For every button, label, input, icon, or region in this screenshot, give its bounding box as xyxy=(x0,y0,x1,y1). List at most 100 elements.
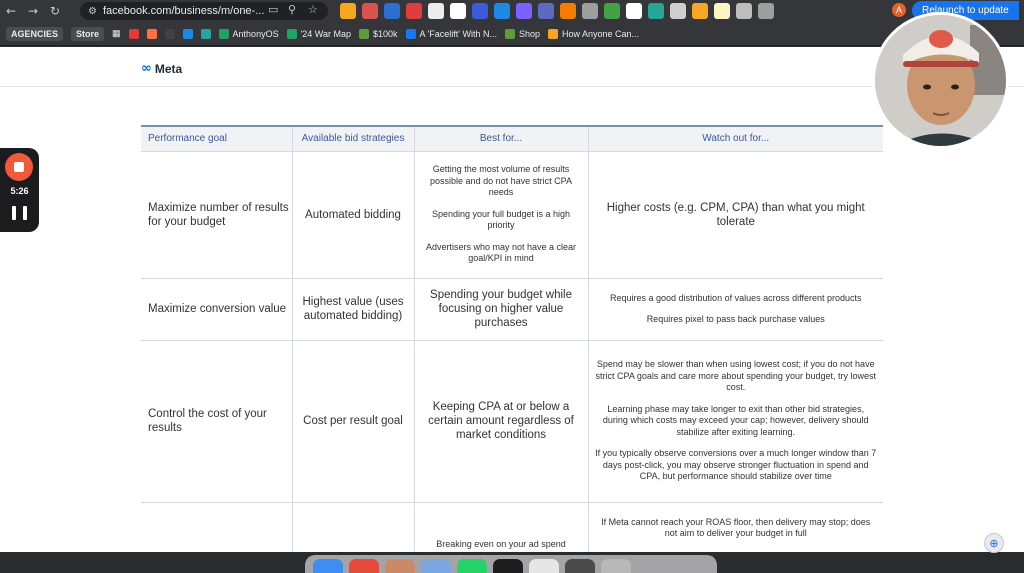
bookmark-icon[interactable] xyxy=(146,28,157,39)
goal-cell: Control the cost of your results xyxy=(141,339,292,502)
webcam-bubble xyxy=(872,12,1009,149)
stop-recording-button[interactable] xyxy=(5,153,33,181)
screen: ← → ↻ ⚙ facebook.com/business/m/one-... … xyxy=(0,0,1024,573)
dock-app-icon[interactable] xyxy=(421,559,451,573)
bookmark-item[interactable]: How Anyone Can... xyxy=(548,28,639,39)
dock-app-icon[interactable] xyxy=(493,559,523,573)
bookmark-item[interactable]: A 'Facelift' With N... xyxy=(405,28,497,39)
extension-icon[interactable] xyxy=(362,3,378,19)
reload-icon[interactable]: ↻ xyxy=(44,0,66,22)
dock-app-icon[interactable] xyxy=(313,559,343,573)
watch-out-text: Spend may be slower than when using lowe… xyxy=(595,359,877,393)
bookmark-icon[interactable] xyxy=(200,28,211,39)
shopify-icon xyxy=(358,28,369,39)
bookmark-item[interactable]: AnthonyOS xyxy=(218,28,279,39)
header-bid-strategies: Available bid strategies xyxy=(291,125,414,151)
extension-icon[interactable] xyxy=(582,3,598,19)
sheet-icon xyxy=(286,28,297,39)
table-row: Breaking even on your ad spend If Meta c… xyxy=(141,501,883,552)
bid-cell xyxy=(291,501,414,552)
watch-out-text: Requires pixel to pass back purchase val… xyxy=(646,314,825,324)
extension-icon[interactable] xyxy=(626,3,642,19)
watch-out-text: If you typically observe conversions ove… xyxy=(595,448,877,482)
goal-cell: Maximize number of results for your budg… xyxy=(141,150,292,278)
trash-icon[interactable] xyxy=(601,559,631,573)
extension-icon[interactable] xyxy=(340,3,356,19)
best-for-text: Getting the most volume of results possi… xyxy=(430,164,572,198)
screen-recorder-widget: 5:26 xyxy=(0,148,39,232)
watch-out-text: Requires a good distribution of values a… xyxy=(610,292,862,303)
bookmark-agencies[interactable]: AGENCIES xyxy=(6,26,64,41)
table-row: Control the cost of your results Cost pe… xyxy=(141,339,883,502)
apps-grid-icon[interactable]: ▦ xyxy=(112,28,121,39)
dock-app-icon[interactable] xyxy=(385,559,415,573)
bookmark-icon[interactable] xyxy=(182,28,193,39)
puzzle-icon[interactable] xyxy=(758,3,774,19)
folder-icon xyxy=(548,28,559,39)
bookmark-store[interactable]: Store xyxy=(71,26,105,41)
sheet-icon xyxy=(218,28,229,39)
macos-dock xyxy=(305,555,717,573)
meta-wordmark: Meta xyxy=(154,61,183,76)
extension-icon[interactable] xyxy=(736,3,752,19)
bid-cell: Highest value (uses automated bidding) xyxy=(291,277,414,340)
extension-icon[interactable] xyxy=(472,3,488,19)
header-performance-goal: Performance goal xyxy=(141,125,292,151)
extension-icon[interactable] xyxy=(538,3,554,19)
cast-icon[interactable]: ▭ xyxy=(268,3,278,16)
watch-out-cell: Requires a good distribution of values a… xyxy=(587,277,883,340)
bookmark-star-icon[interactable]: ☆ xyxy=(308,3,318,16)
dock-app-icon[interactable] xyxy=(349,559,379,573)
best-for-text: Spending your full budget is a high prio… xyxy=(431,208,571,231)
extension-icon[interactable] xyxy=(648,3,664,19)
best-for-text: Advertisers who may not have a clear goa… xyxy=(425,241,577,264)
extension-icon[interactable] xyxy=(428,3,444,19)
extension-icon[interactable] xyxy=(384,3,400,19)
bookmark-item[interactable]: '24 War Map xyxy=(286,28,351,39)
extensions-bar xyxy=(340,3,774,19)
extension-icon[interactable] xyxy=(560,3,576,19)
watch-out-text: Learning phase may take longer to exit t… xyxy=(602,403,869,437)
extension-icon[interactable] xyxy=(714,3,730,19)
extension-icon[interactable] xyxy=(670,3,686,19)
extension-icon[interactable] xyxy=(494,3,510,19)
globe-icon[interactable]: ⊕ xyxy=(984,533,1004,553)
extension-icon[interactable] xyxy=(692,3,708,19)
site-header: ∞ Meta xyxy=(0,47,1024,87)
best-for-cell: Getting the most volume of results possi… xyxy=(413,150,588,278)
bid-cell: Cost per result goal xyxy=(291,339,414,502)
goal-cell: Maximize conversion value xyxy=(141,277,292,340)
dock-app-icon[interactable] xyxy=(565,559,595,573)
meta-icon xyxy=(405,28,416,39)
bookmark-item[interactable]: Shop xyxy=(504,28,540,39)
bookmark-item[interactable]: $100k xyxy=(358,28,398,39)
extension-icon[interactable] xyxy=(604,3,620,19)
header-best-for: Best for... xyxy=(413,125,588,151)
forward-icon[interactable]: → xyxy=(22,0,44,22)
meta-logo[interactable]: ∞ Meta xyxy=(141,61,182,76)
best-for-cell: Keeping CPA at or below a certain amount… xyxy=(413,339,588,502)
recording-timer: 5:26 xyxy=(10,186,29,196)
dock-app-icon[interactable] xyxy=(457,559,487,573)
bookmark-icon[interactable] xyxy=(128,28,139,39)
zoom-icon[interactable]: ⚲ xyxy=(288,3,296,16)
extension-icon[interactable] xyxy=(406,3,422,19)
site-info-icon[interactable]: ⚙ xyxy=(88,6,97,17)
back-icon[interactable]: ← xyxy=(0,0,22,22)
header-watch-out: Watch out for... xyxy=(587,125,883,151)
browser-toolbar: ← → ↻ ⚙ facebook.com/business/m/one-... … xyxy=(0,0,1024,22)
bookmarks-bar: AGENCIES Store ▦ AnthonyOS '24 War Map $… xyxy=(0,22,1024,46)
watch-out-cell: Spend may be slower than when using lowe… xyxy=(587,339,883,502)
bid-cell: Automated bidding xyxy=(291,150,414,278)
dock-app-icon[interactable] xyxy=(529,559,559,573)
profile-avatar[interactable]: A xyxy=(892,3,906,17)
presenter-video xyxy=(875,15,1006,146)
meta-infinity-icon: ∞ xyxy=(141,61,152,76)
page-content: ∞ Meta Performance goal Available bid st… xyxy=(0,47,1024,552)
best-for-cell: Breaking even on your ad spend xyxy=(413,501,588,552)
pause-icon[interactable] xyxy=(12,206,27,220)
extension-icon[interactable] xyxy=(450,3,466,19)
table-header-row: Performance goal Available bid strategie… xyxy=(141,125,883,151)
bookmark-icon[interactable] xyxy=(164,28,175,39)
extension-icon[interactable] xyxy=(516,3,532,19)
